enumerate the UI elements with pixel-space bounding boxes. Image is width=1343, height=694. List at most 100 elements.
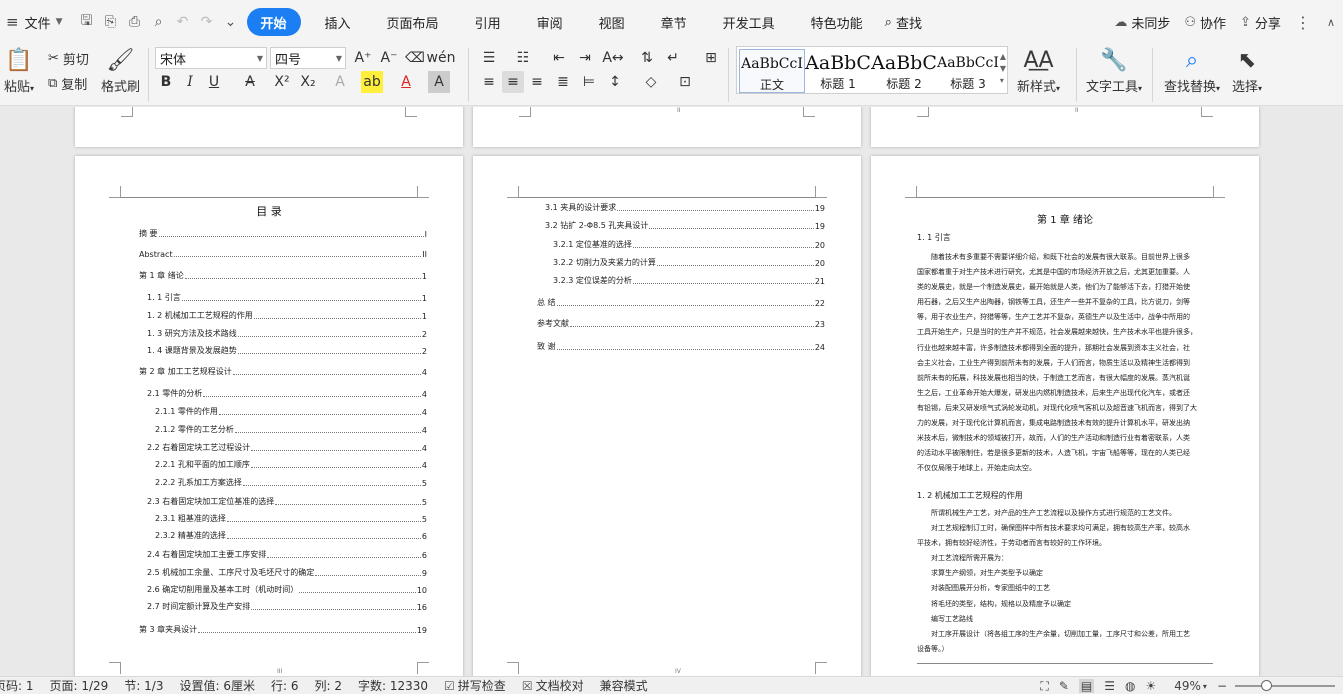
- show-marks-icon[interactable]: ↵: [662, 47, 684, 69]
- toc-entry[interactable]: Abstract II: [139, 250, 427, 259]
- toc-entry[interactable]: 第 2 章 加工工艺规程设计 4: [139, 366, 427, 377]
- clear-format-icon[interactable]: ⌫: [404, 47, 426, 69]
- sync-button[interactable]: ☁ 未同步: [1114, 13, 1170, 32]
- tab-references[interactable]: 引用: [457, 8, 519, 36]
- shrink-font-icon[interactable]: A⁻: [378, 47, 400, 69]
- italic-icon[interactable]: I: [179, 71, 201, 93]
- toc-entry[interactable]: 2.2.1 孔和平面的加工顺序 4: [155, 459, 427, 470]
- toc-entry[interactable]: 2.4 右着固定块加工主要工序安排 6: [147, 549, 427, 560]
- table-icon[interactable]: ⊞: [700, 47, 722, 69]
- page-indicator[interactable]: 页面: 1/29: [50, 677, 109, 694]
- toc-entry[interactable]: 2.1 零件的分析 4: [147, 388, 427, 399]
- toc-entry[interactable]: 摘 要I: [139, 228, 427, 239]
- toc-entry[interactable]: 总 结 22: [537, 297, 825, 308]
- align-left-icon[interactable]: ≡: [478, 71, 500, 93]
- shading-icon[interactable]: ◇: [640, 71, 662, 93]
- toc-entry[interactable]: 3.2.3 定位误差的分析 21: [553, 275, 825, 286]
- text-tools-button[interactable]: 🔧 文字工具▾: [1086, 46, 1142, 95]
- toc-entry[interactable]: 第 1 章 绪论 1: [139, 270, 427, 281]
- font-color-icon[interactable]: A: [395, 71, 417, 93]
- zoom-slider[interactable]: [1235, 680, 1335, 691]
- style-heading-2[interactable]: AaBbC 标题 2: [871, 49, 937, 93]
- tab-developer[interactable]: 开发工具: [705, 8, 793, 36]
- bullet-list-icon[interactable]: ☰: [478, 47, 500, 69]
- customize-toolbar-icon[interactable]: ⌄: [219, 10, 243, 34]
- strikethrough-icon[interactable]: A: [239, 71, 261, 93]
- tab-view[interactable]: 视图: [581, 8, 643, 36]
- justify-icon[interactable]: ≣: [552, 71, 574, 93]
- find-replace-button[interactable]: ⌕ 查找替换▾: [1164, 46, 1220, 95]
- tab-home[interactable]: 开始: [246, 8, 301, 36]
- protect-icon[interactable]: ✎: [1059, 679, 1069, 693]
- toc-entry[interactable]: 2.7 时间定额计算及生产安排 16: [147, 601, 427, 612]
- text-effect-icon[interactable]: A: [329, 71, 351, 93]
- numbered-list-icon[interactable]: ☷: [512, 47, 534, 69]
- zoom-level[interactable]: 49%: [1174, 679, 1201, 693]
- superscript-icon[interactable]: X²: [271, 71, 293, 93]
- search-tab[interactable]: ⌕ 查找: [881, 8, 940, 36]
- tab-chapter[interactable]: 章节: [643, 8, 705, 36]
- char-shading-icon[interactable]: A: [428, 71, 450, 93]
- tab-features[interactable]: 特色功能: [793, 8, 881, 36]
- underline-icon[interactable]: U: [203, 71, 225, 93]
- toc-entry[interactable]: 2.1.2 零件的工艺分析 4: [155, 424, 427, 435]
- decrease-indent-icon[interactable]: ⇤: [548, 47, 570, 69]
- undo-icon[interactable]: ↶: [171, 10, 195, 34]
- tab-insert[interactable]: 插入: [307, 8, 369, 36]
- style-heading-1[interactable]: AaBbC 标题 1: [805, 49, 871, 93]
- tab-page-layout[interactable]: 页面布局: [369, 8, 457, 36]
- line-spacing-icon[interactable]: ↕: [604, 71, 626, 93]
- toc-entry[interactable]: 2.2.2 孔系加工方案选择 5: [155, 477, 427, 488]
- zoom-slider-knob[interactable]: [1261, 680, 1272, 691]
- eye-protect-icon[interactable]: ☀: [1145, 679, 1156, 693]
- web-view-icon[interactable]: ◍: [1125, 679, 1135, 693]
- format-painter-button[interactable]: 🖌 格式刷: [101, 46, 140, 95]
- tab-review[interactable]: 审阅: [519, 8, 581, 36]
- borders-icon[interactable]: ⊡: [674, 71, 696, 93]
- redo-icon[interactable]: ↷: [195, 10, 219, 34]
- file-menu[interactable]: ≡ 文件 ▼: [0, 8, 69, 36]
- cut-button[interactable]: ✂ 剪切: [48, 49, 89, 68]
- toc-entry[interactable]: 1. 1 引言 1: [147, 292, 427, 303]
- print-icon[interactable]: ⎙: [123, 10, 147, 34]
- save-icon[interactable]: 🖫: [75, 10, 99, 34]
- bold-icon[interactable]: B: [155, 71, 177, 93]
- toc-entry[interactable]: 2.3.1 粗基准的选择 5: [155, 513, 427, 524]
- align-right-icon[interactable]: ≡: [526, 71, 548, 93]
- toc-entry[interactable]: 2.6 确定切削用量及基本工时（机动时间） 10: [147, 584, 427, 595]
- toc-entry[interactable]: 2.2 右着固定块工艺过程设计 4: [147, 442, 427, 453]
- increase-indent-icon[interactable]: ⇥: [574, 47, 596, 69]
- distribute-icon[interactable]: ⊨: [578, 71, 600, 93]
- font-name-select[interactable]: 宋体 ▼: [155, 47, 267, 69]
- doc-proof-button[interactable]: ☒ 文档校对: [522, 677, 584, 694]
- share-button[interactable]: ⇪ 分享: [1240, 13, 1281, 32]
- toc-entry[interactable]: 2.1.1 零件的作用 4: [155, 406, 427, 417]
- sort-icon[interactable]: ⇅: [636, 47, 658, 69]
- print-preview-icon[interactable]: ⌕: [147, 10, 171, 34]
- toc-entry[interactable]: 第 3 章夹具设计 19: [139, 624, 427, 635]
- toc-entry[interactable]: 1. 4 课题背景及发展趋势 2: [147, 345, 427, 356]
- toc-entry[interactable]: 3.2 钻扩 2-Φ8.5 孔夹具设计 19: [545, 220, 825, 231]
- page-view-icon[interactable]: ▤: [1078, 679, 1095, 693]
- select-button[interactable]: ⬉ 选择▾: [1232, 46, 1262, 95]
- paste-button[interactable]: 📋 粘贴▾: [4, 46, 34, 95]
- font-size-select[interactable]: 四号 ▼: [270, 47, 346, 69]
- toc-entry[interactable]: 1. 2 机械加工工艺规程的作用 1: [147, 310, 427, 321]
- align-center-icon[interactable]: ≡: [502, 71, 524, 93]
- toc-entry[interactable]: 参考文献 23: [537, 318, 825, 329]
- toc-entry[interactable]: 3.1 夹具的设计要求 19: [545, 202, 825, 213]
- outline-view-icon[interactable]: ☰: [1104, 679, 1115, 693]
- grow-font-icon[interactable]: A⁺: [352, 47, 374, 69]
- new-style-button[interactable]: A͟A 新样式▾: [1017, 46, 1060, 95]
- toc-entry[interactable]: 致 谢 24: [537, 341, 825, 352]
- zoom-dropdown-icon[interactable]: ▾: [1203, 682, 1207, 691]
- zoom-out-icon[interactable]: −: [1217, 679, 1227, 693]
- style-scroll-icon[interactable]: ▲ ▼ ▾: [1000, 51, 1006, 87]
- toc-entry[interactable]: 1. 3 研究方法及技术路线 2: [147, 328, 427, 339]
- collapse-ribbon-icon[interactable]: ∧: [1327, 16, 1335, 29]
- copy-button[interactable]: ⧉ 复制: [48, 74, 87, 93]
- style-normal[interactable]: AaBbCcI 正文: [739, 49, 805, 93]
- collab-button[interactable]: ⚇ 协作: [1184, 13, 1226, 32]
- toc-entry[interactable]: 3.2.2 切削力及夹紧力的计算 20: [553, 257, 825, 268]
- fullscreen-icon[interactable]: ⛶: [1040, 679, 1048, 694]
